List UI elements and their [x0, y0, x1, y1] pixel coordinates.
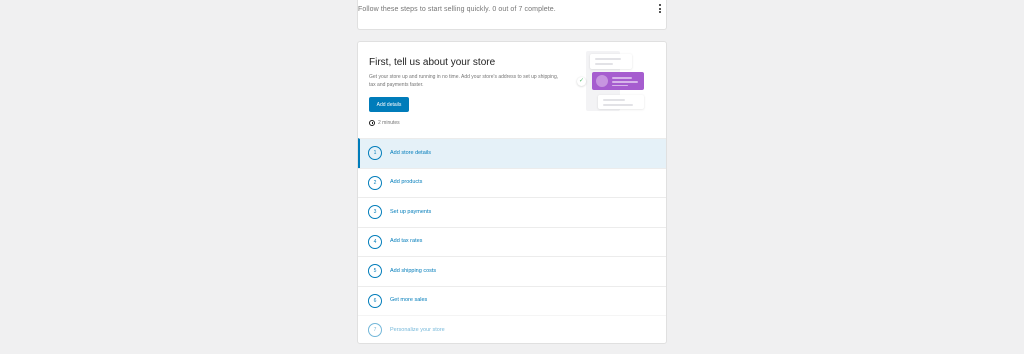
add-details-button[interactable]: Add details — [369, 97, 409, 112]
setup-page: Follow these steps to start selling quic… — [0, 0, 1024, 354]
task-label: Add store details — [390, 149, 431, 156]
step-number: 6 — [368, 293, 382, 308]
hero-title: First, tell us about your store — [369, 57, 496, 68]
time-estimate: 2 minutes — [369, 120, 400, 126]
task-add-store-details[interactable]: 1 Add store details — [358, 138, 666, 168]
step-number: 7 — [368, 323, 382, 337]
task-add-shipping-costs[interactable]: 5 Add shipping costs — [358, 256, 666, 286]
step-number: 4 — [368, 234, 382, 249]
task-personalize-store[interactable]: 7 Personalize your store — [358, 315, 666, 343]
hero-description: Get your store up and running in no time… — [369, 74, 559, 88]
task-label: Get more sales — [390, 297, 428, 303]
step-number: 3 — [368, 205, 382, 219]
task-list: 1 Add store details 2 Add products 3 Set… — [358, 138, 666, 343]
step-number: 5 — [368, 264, 382, 278]
task-label: Add tax rates — [390, 238, 423, 244]
step-number: 1 — [368, 146, 382, 160]
task-get-more-sales[interactable]: 6 Get more sales — [358, 285, 666, 316]
progress-text: Follow these steps to start selling quic… — [358, 6, 556, 13]
kebab-menu-icon[interactable] — [657, 4, 663, 16]
task-add-tax-rates[interactable]: 4 Add tax rates — [358, 226, 666, 257]
clock-icon — [369, 120, 375, 126]
store-details-illustration: ✓ — [574, 51, 649, 113]
check-icon: ✓ — [577, 77, 586, 86]
task-label: Personalize your store — [390, 326, 445, 333]
step-number: 2 — [368, 175, 382, 190]
task-label: Add shipping costs — [390, 267, 437, 274]
task-add-products[interactable]: 2 Add products — [358, 167, 666, 198]
task-set-up-payments[interactable]: 3 Set up payments — [358, 197, 666, 227]
hero-section: First, tell us about your store Get your… — [358, 42, 666, 138]
progress-card: Follow these steps to start selling quic… — [357, 0, 667, 30]
task-label: Set up payments — [390, 208, 432, 215]
task-label: Add products — [390, 179, 423, 185]
time-estimate-text: 2 minutes — [378, 120, 400, 126]
task-list-card: First, tell us about your store Get your… — [357, 41, 667, 344]
